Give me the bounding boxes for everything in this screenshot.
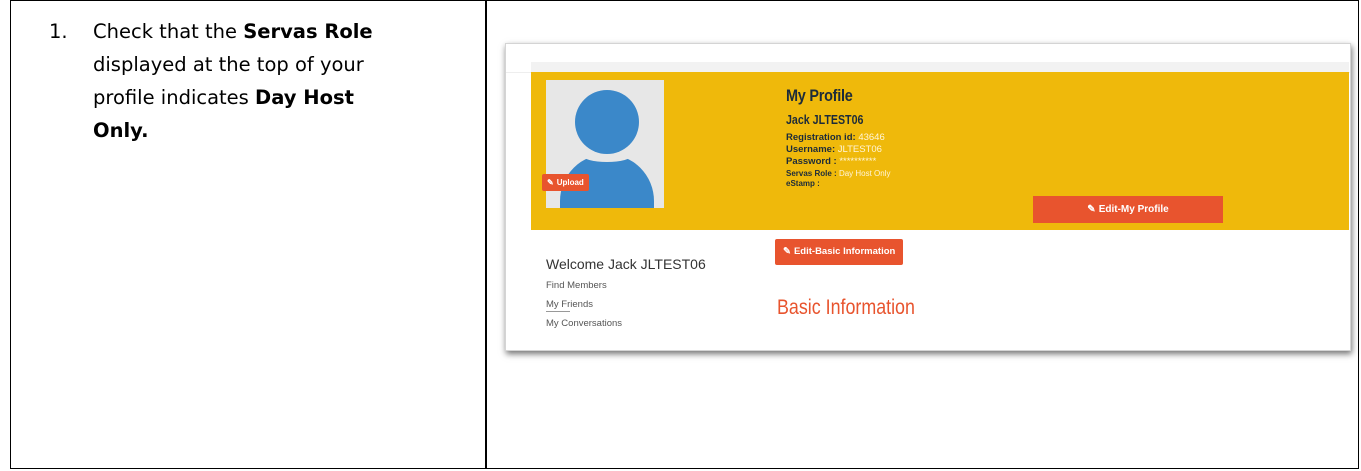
column-divider: [485, 1, 487, 468]
step-text-part: profile indicates: [93, 86, 256, 109]
profile-name: Jack JLTEST06: [786, 112, 864, 127]
username-row: Username: JLTEST06: [786, 144, 882, 155]
nav-my-conversations[interactable]: My Conversations: [546, 318, 622, 329]
upload-label: Upload: [556, 178, 584, 187]
pencil-icon: ✎: [783, 246, 791, 257]
grey-strip: [531, 62, 1349, 72]
basic-information-title: Basic Information: [777, 296, 915, 319]
estamp-label: eStamp :: [786, 179, 820, 188]
nav-underline: [546, 311, 570, 312]
step-text-part: Check that the: [93, 20, 244, 43]
username-value: JLTEST06: [837, 144, 882, 155]
profile-title: My Profile: [786, 86, 853, 105]
avatar-head-shape: [575, 90, 639, 154]
pencil-icon: ✎: [1087, 204, 1096, 215]
welcome-text: Welcome Jack JLTEST06: [546, 256, 706, 272]
nav-my-friends[interactable]: My Friends: [546, 299, 593, 310]
step-text-bold: Servas Role: [243, 20, 373, 43]
registration-label: Registration id:: [786, 132, 856, 143]
profile-banner: ✎ Upload My Profile Jack JLTEST06 Registr…: [531, 72, 1349, 230]
registration-row: Registration id: 43646: [786, 132, 885, 143]
edit-basic-information-label: Edit-Basic Information: [793, 246, 896, 257]
nav-find-members[interactable]: Find Members: [546, 280, 607, 291]
edit-my-profile-button[interactable]: ✎ Edit-My Profile: [1033, 196, 1223, 223]
edit-basic-information-button[interactable]: ✎ Edit-Basic Information: [775, 239, 904, 265]
upload-button[interactable]: ✎ Upload: [542, 174, 589, 191]
step-text-bold: Only.: [93, 119, 149, 142]
password-label: Password :: [786, 156, 837, 167]
estamp-row: eStamp :: [786, 179, 820, 188]
step-text-bold: Day Host: [255, 86, 354, 109]
servas-role-label: Servas Role :: [786, 169, 837, 178]
edit-my-profile-label: Edit-My Profile: [1098, 204, 1169, 215]
pencil-icon: ✎: [547, 178, 554, 187]
password-value: **********: [839, 156, 877, 167]
registration-value: 43646: [858, 132, 885, 143]
password-row: Password : **********: [786, 156, 876, 167]
step-number: 1.: [49, 20, 68, 43]
step-text-line: displayed at the top of your: [93, 53, 364, 76]
username-label: Username:: [786, 144, 836, 155]
servas-role-row: Servas Role : Day Host Only: [786, 169, 891, 178]
servas-role-value: Day Host Only: [838, 169, 891, 178]
profile-screenshot: ✎ Upload My Profile Jack JLTEST06 Registr…: [505, 43, 1351, 351]
step-text: Check that the Servas Role displayed at …: [93, 15, 473, 147]
